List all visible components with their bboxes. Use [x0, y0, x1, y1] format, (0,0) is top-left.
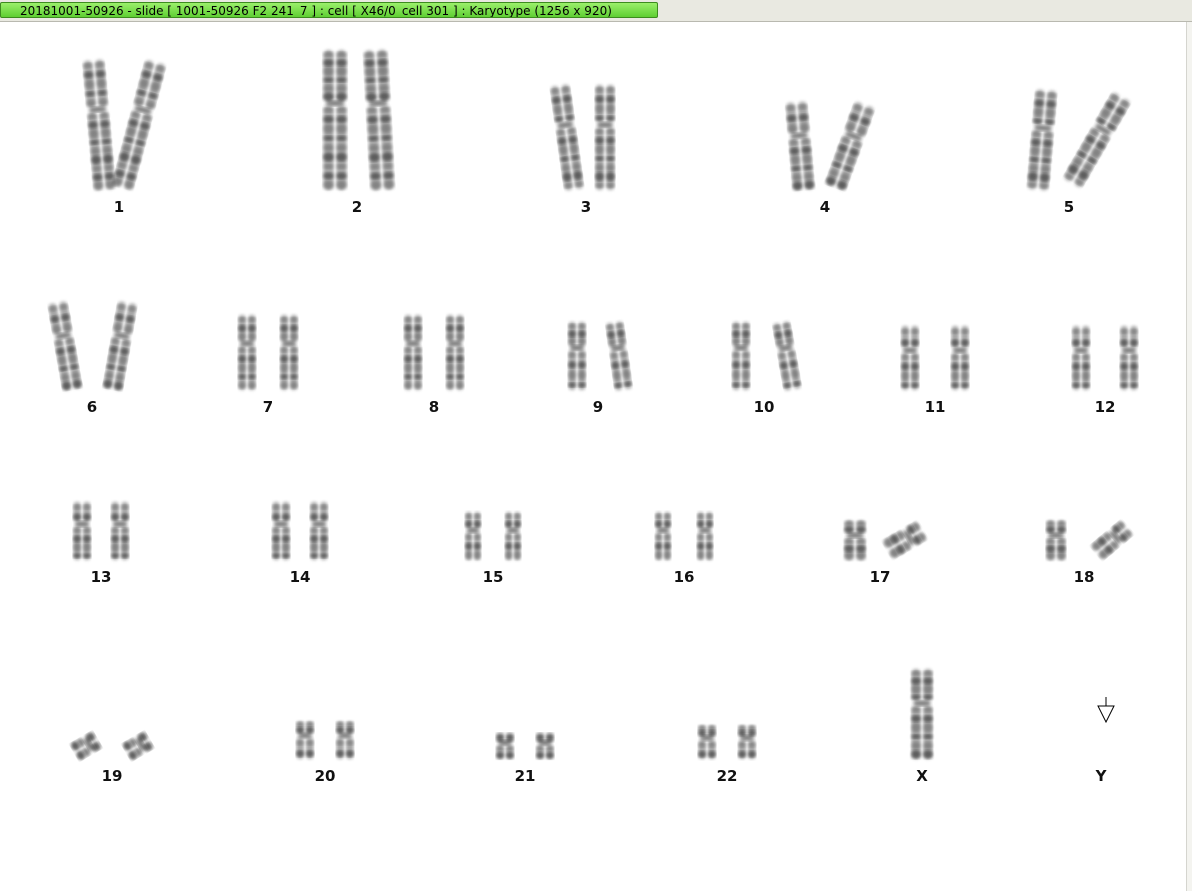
title-bar: 20181001-50926 - slide [ 1001-50926 F2 2…	[0, 0, 1192, 22]
karyotype-view[interactable]: 1 2 3 4 5 6 7 8 9 10 11 12 13 14 15 16 17 18 19 20 21 22 X Y	[0, 22, 1186, 891]
chromosome-label-21: 21	[514, 767, 536, 785]
chromosome-pair-10[interactable]	[693, 298, 835, 396]
chromosome-pair-9[interactable]	[529, 298, 667, 396]
chromosome-pair-17[interactable]	[803, 496, 957, 566]
chromosome-label-7: 7	[262, 398, 274, 416]
chromosome-label-2: 2	[351, 198, 363, 216]
chromosome-label-11: 11	[924, 398, 946, 416]
chromosome-pair-18[interactable]	[1006, 496, 1162, 566]
chromosome-label-8: 8	[428, 398, 440, 416]
chromosome-label-14: 14	[289, 568, 311, 586]
chromosome-pair-8[interactable]	[365, 291, 503, 396]
chromosome-pair-16[interactable]	[617, 488, 751, 566]
chromosome-pair-1[interactable]	[47, 36, 191, 196]
chromosome-pair-15[interactable]	[427, 488, 559, 566]
chromosome-label-x: X	[916, 767, 928, 785]
chromosome-pair-22[interactable]	[659, 701, 795, 765]
chromosome-label-6: 6	[86, 398, 98, 416]
chromosome-label-1: 1	[113, 198, 125, 216]
chromosome-pair-19[interactable]	[36, 709, 188, 765]
chromosome-label-19: 19	[101, 767, 123, 785]
chromosome-pair-7[interactable]	[199, 291, 337, 396]
window-title-tab[interactable]: 20181001-50926 - slide [ 1001-50926 F2 2…	[0, 2, 658, 18]
chromosome-pair-20[interactable]	[257, 697, 393, 765]
chromosome-label-22: 22	[716, 767, 738, 785]
chromosome-pair-6[interactable]	[15, 278, 170, 396]
chromosome-pair-11[interactable]	[862, 302, 1008, 396]
chromosome-pair-13[interactable]	[34, 478, 168, 566]
arrow-cursor-icon	[1097, 697, 1115, 724]
chromosome-label-9: 9	[592, 398, 604, 416]
chromosome-label-13: 13	[90, 568, 112, 586]
scrollbar-edge[interactable]	[1186, 22, 1192, 891]
chromosome-pair-x[interactable]	[870, 645, 974, 765]
chromosome-label-17: 17	[869, 568, 891, 586]
chromosome-pair-3[interactable]	[517, 61, 655, 196]
chromosome-label-10: 10	[753, 398, 775, 416]
chromosome-label-12: 12	[1094, 398, 1116, 416]
chromosome-label-18: 18	[1073, 568, 1095, 586]
chromosome-pair-5[interactable]	[990, 66, 1149, 196]
window-title: 20181001-50926 - slide [ 1001-50926 F2 2…	[20, 4, 612, 18]
chromosome-label-20: 20	[314, 767, 336, 785]
chromosome-label-15: 15	[482, 568, 504, 586]
chromosome-pair-21[interactable]	[457, 709, 593, 765]
chromosome-label-4: 4	[819, 198, 831, 216]
chromosome-label-16: 16	[673, 568, 695, 586]
chromosome-label-3: 3	[580, 198, 592, 216]
chromosome-label-y: Y	[1095, 767, 1107, 785]
chromosome-pair-2[interactable]	[281, 26, 433, 196]
chromosome-pair-4[interactable]	[748, 78, 902, 196]
chromosome-pair-12[interactable]	[1033, 302, 1177, 396]
chromosome-label-5: 5	[1063, 198, 1075, 216]
chromosome-pair-14[interactable]	[233, 478, 367, 566]
